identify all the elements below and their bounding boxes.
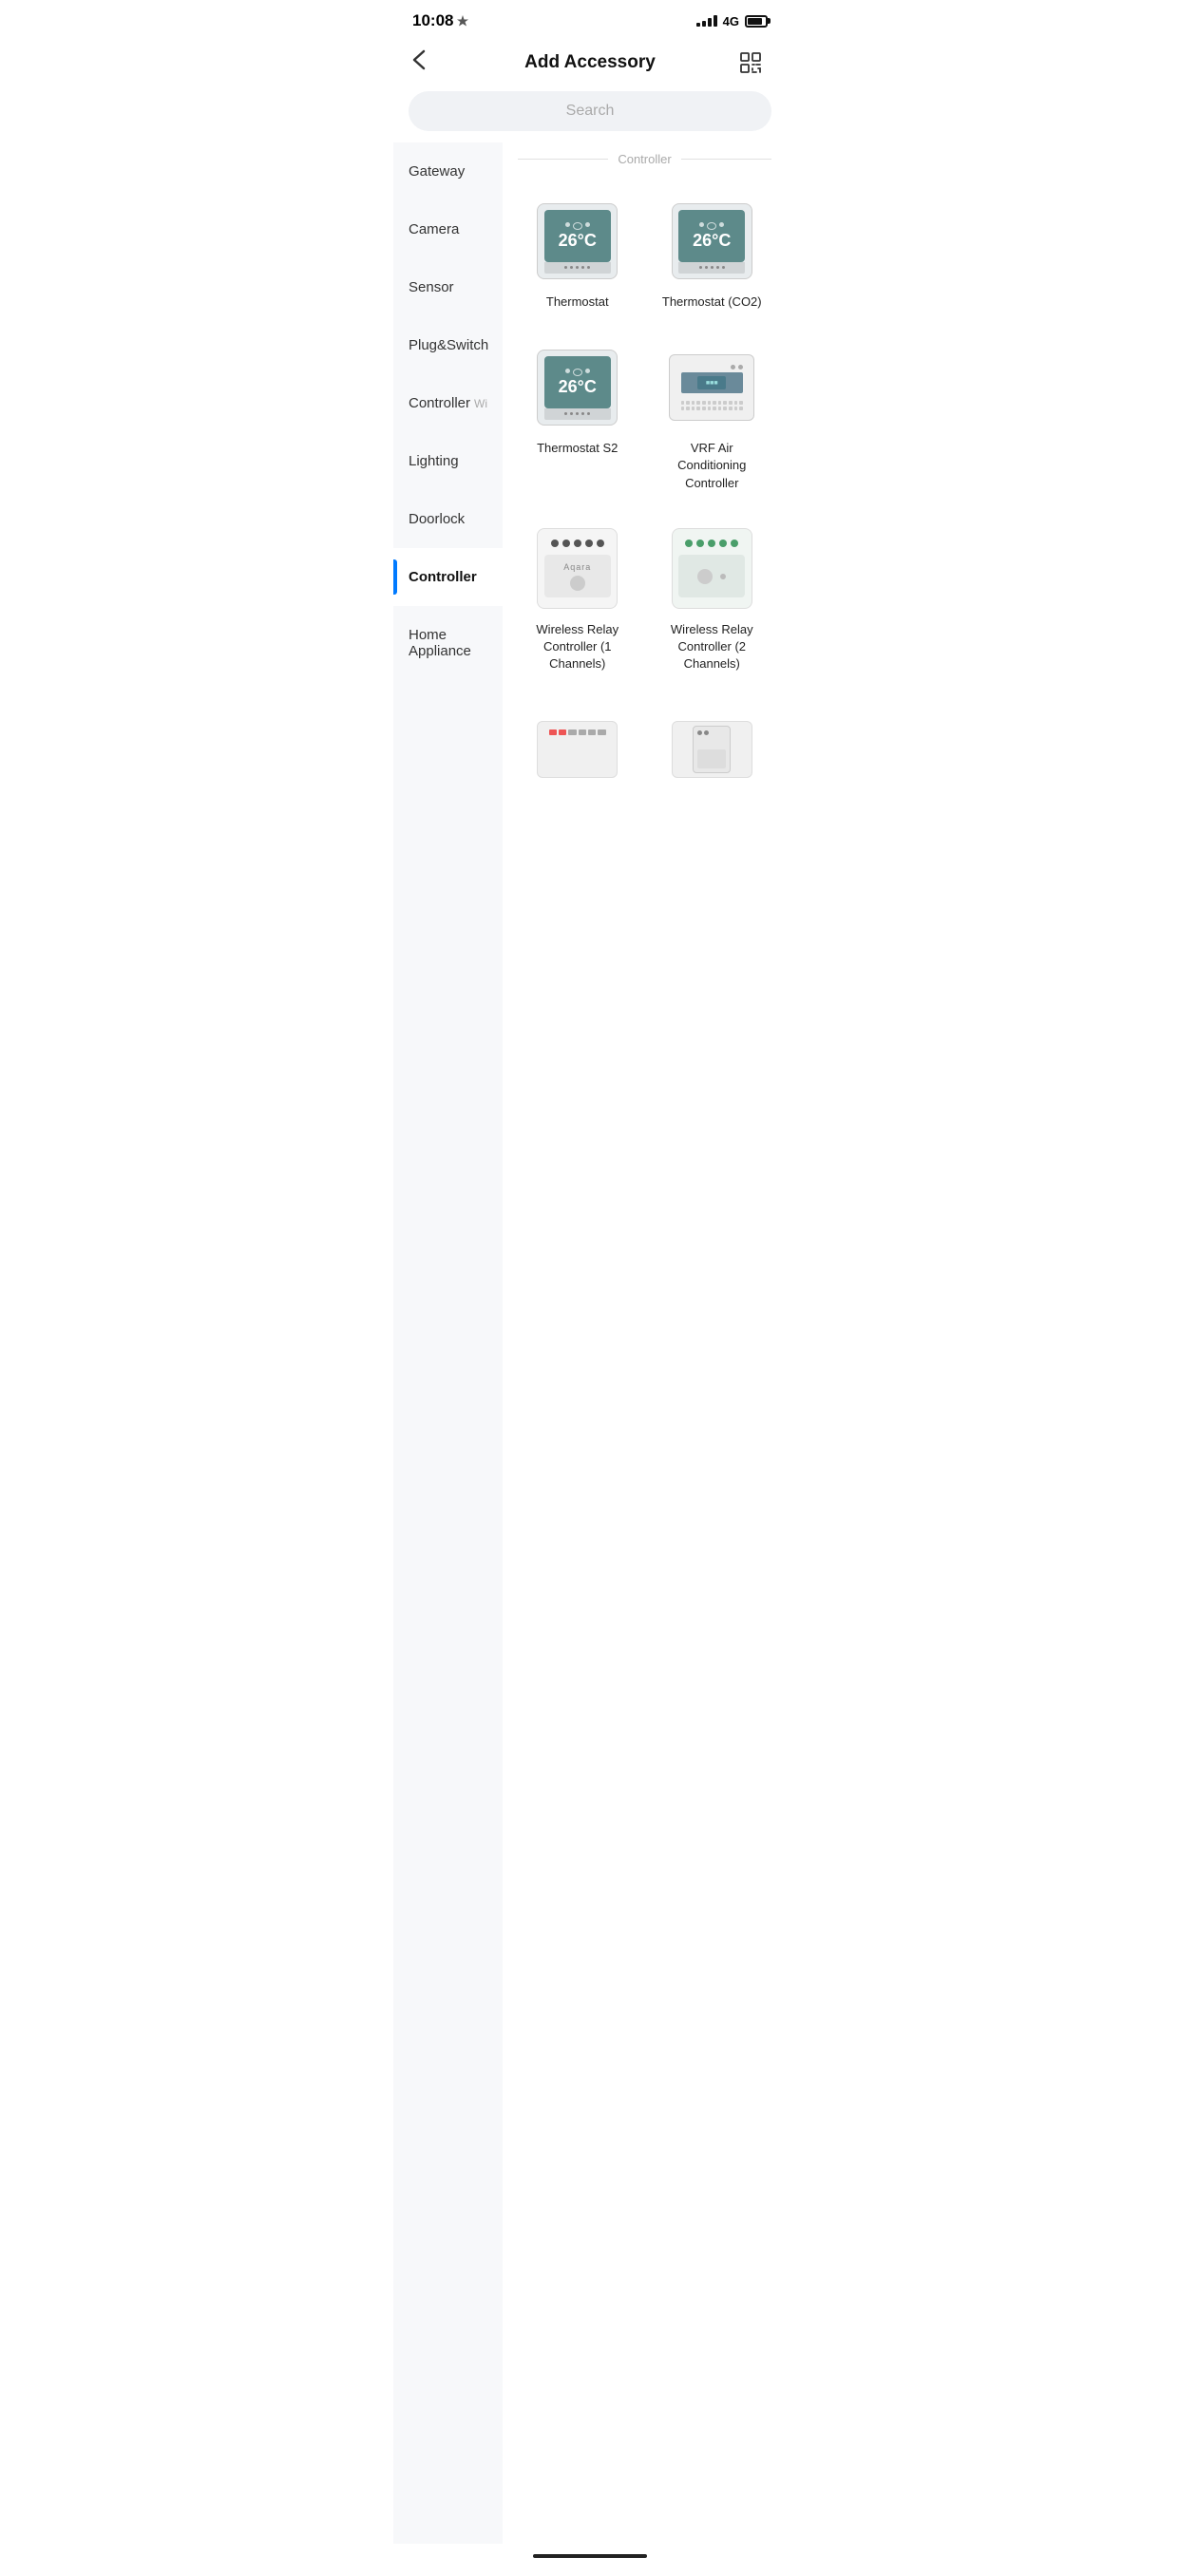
product-thermostat-s2[interactable]: 26°C Thermostat S2 bbox=[514, 330, 641, 503]
products-grid: 26°C Thermostat bbox=[503, 176, 787, 691]
location-icon bbox=[457, 15, 468, 27]
section-title: Controller bbox=[618, 152, 671, 166]
home-bar bbox=[533, 2554, 647, 2558]
product-name-relay2: Wireless Relay Controller (2 Channels) bbox=[657, 621, 769, 673]
product-vrf-ac[interactable]: ■■■ bbox=[649, 330, 776, 503]
search-container bbox=[393, 91, 787, 142]
signal-icon bbox=[696, 15, 717, 27]
sidebar-item-sensor[interactable]: Sensor bbox=[393, 258, 503, 316]
section-line-right bbox=[681, 159, 771, 160]
back-button[interactable] bbox=[412, 49, 447, 76]
sidebar-item-plug-switch[interactable]: Plug&Switch bbox=[393, 316, 503, 374]
product-name-relay1: Wireless Relay Controller (1 Channels) bbox=[522, 621, 634, 673]
product-name-thermostat-co2: Thermostat (CO2) bbox=[662, 294, 762, 311]
product-image-partial-left bbox=[535, 707, 620, 792]
sidebar-item-controller-sub[interactable]: Controller Wi bbox=[393, 374, 503, 432]
home-indicator bbox=[393, 2544, 787, 2576]
product-image-thermostat-s2: 26°C bbox=[535, 345, 620, 430]
status-time: 10:08 bbox=[412, 11, 468, 30]
battery-icon bbox=[745, 15, 768, 28]
product-relay-1ch[interactable]: Aqara Wireless Relay Controller (1 Chann… bbox=[514, 511, 641, 685]
sidebar-item-doorlock[interactable]: Doorlock bbox=[393, 490, 503, 548]
product-name-thermostat: Thermostat bbox=[546, 294, 609, 311]
product-name-vrf: VRF Air Conditioning Controller bbox=[657, 440, 769, 492]
product-image-vrf: ■■■ bbox=[669, 345, 754, 430]
network-type: 4G bbox=[723, 14, 739, 28]
sidebar: Gateway Camera Sensor Plug&Switch Contro… bbox=[393, 142, 503, 2544]
product-partial-right[interactable] bbox=[649, 691, 776, 813]
sidebar-item-controller[interactable]: Controller bbox=[393, 548, 503, 606]
section-line-left bbox=[518, 159, 608, 160]
page-title: Add Accessory bbox=[524, 52, 656, 73]
sidebar-item-lighting[interactable]: Lighting bbox=[393, 432, 503, 490]
product-partial-left[interactable] bbox=[514, 691, 641, 813]
product-image-thermostat: 26°C bbox=[535, 199, 620, 284]
status-bar: 10:08 4G bbox=[393, 0, 787, 38]
header: Add Accessory bbox=[393, 38, 787, 91]
sidebar-item-home-appliance[interactable]: Home Appliance bbox=[393, 606, 503, 680]
product-relay-2ch[interactable]: Wireless Relay Controller (2 Channels) bbox=[649, 511, 776, 685]
search-bar[interactable] bbox=[409, 91, 771, 131]
content-area: Controller 26°C bbox=[503, 142, 787, 2544]
scan-button[interactable] bbox=[733, 46, 768, 80]
sidebar-item-gateway[interactable]: Gateway bbox=[393, 142, 503, 200]
product-image-relay2 bbox=[669, 526, 754, 612]
product-thermostat[interactable]: 26°C Thermostat bbox=[514, 183, 641, 322]
products-grid-partial bbox=[503, 691, 787, 821]
product-name-thermostat-s2: Thermostat S2 bbox=[537, 440, 618, 457]
section-header: Controller bbox=[503, 142, 787, 176]
status-icons: 4G bbox=[696, 14, 768, 28]
search-input[interactable] bbox=[428, 103, 752, 120]
product-image-thermostat-co2: 26°C bbox=[669, 199, 754, 284]
sidebar-item-camera[interactable]: Camera bbox=[393, 200, 503, 258]
product-thermostat-co2[interactable]: 26°C Thermostat (CO2) bbox=[649, 183, 776, 322]
main-layout: Gateway Camera Sensor Plug&Switch Contro… bbox=[393, 142, 787, 2544]
product-image-partial-right bbox=[669, 707, 754, 792]
product-image-relay1: Aqara bbox=[535, 526, 620, 612]
